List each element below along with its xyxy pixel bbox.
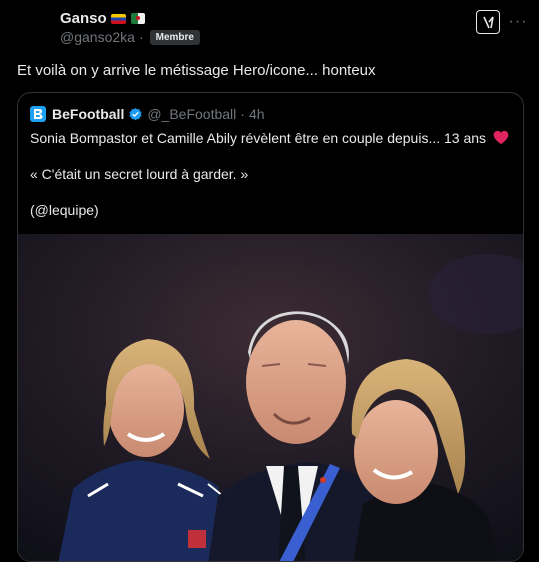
- member-badge[interactable]: Membre: [149, 29, 200, 45]
- befootball-logo-icon: [34, 109, 43, 119]
- author-handle[interactable]: @ganso2ka: [60, 29, 135, 45]
- quoted-text-quote: « C'était un secret lourd à garder. »: [30, 166, 249, 182]
- grok-icon: [482, 16, 494, 28]
- grok-button[interactable]: [476, 10, 500, 34]
- author-name[interactable]: Ganso: [60, 10, 107, 27]
- photo-scene: [18, 234, 523, 561]
- quoted-post-photo[interactable]: [18, 234, 523, 561]
- handle-row: @ganso2ka · Membre: [60, 29, 200, 45]
- quoted-post-header: BeFootball @_BeFootball · 4h: [30, 106, 265, 122]
- venezuela-flag-icon: [110, 13, 126, 24]
- tweet-text: Et voilà on y arrive le métissage Hero/i…: [17, 62, 376, 79]
- quoted-text-line-1: Sonia Bompastor et Camille Abily révèlen…: [30, 130, 509, 146]
- verified-badge-icon: [129, 107, 142, 120]
- heart-icon: [493, 130, 509, 145]
- more-button[interactable]: ···: [508, 12, 528, 32]
- quoted-post-card[interactable]: BeFootball @_BeFootball · 4h Sonia Bompa…: [17, 92, 524, 562]
- quoted-timestamp[interactable]: 4h: [249, 106, 265, 122]
- quoted-separator: ·: [240, 106, 245, 122]
- more-icon: ···: [508, 13, 528, 30]
- befootball-avatar[interactable]: [30, 106, 46, 122]
- algeria-flag-icon: [130, 13, 145, 24]
- handle-separator: ·: [138, 29, 144, 45]
- quoted-text-headline: Sonia Bompastor et Camille Abily révèlen…: [30, 130, 487, 146]
- quoted-text-source[interactable]: (@lequipe): [30, 202, 99, 218]
- quoted-author-name[interactable]: BeFootball: [52, 106, 124, 122]
- quoted-author-handle[interactable]: @_BeFootball: [147, 106, 236, 122]
- post: Ganso @ganso2ka · Membre ··· Et voilà on…: [0, 0, 539, 562]
- author-name-row[interactable]: Ganso: [60, 10, 145, 27]
